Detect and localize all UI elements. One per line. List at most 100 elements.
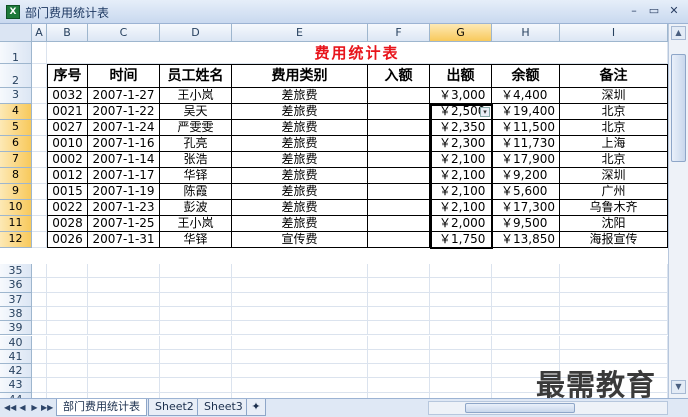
grid-cell[interactable] [430, 321, 492, 336]
grid-cell[interactable] [430, 364, 492, 379]
grid-cell[interactable] [32, 349, 47, 365]
last-sheet-icon[interactable]: ▶▶ [41, 402, 53, 414]
table-cell[interactable]: 广州 [560, 184, 668, 200]
first-sheet-icon[interactable]: ◀◀ [4, 402, 16, 414]
column-header-g[interactable]: G [430, 24, 492, 42]
grid-cell[interactable] [160, 264, 232, 279]
grid-cell[interactable] [88, 292, 160, 307]
grid-cell[interactable] [47, 349, 88, 365]
table-header-6[interactable]: 出额 [430, 64, 492, 88]
grid-cell[interactable] [32, 335, 47, 350]
grid-cell[interactable] [32, 364, 47, 379]
scroll-down-icon[interactable]: ▼ [671, 380, 686, 394]
table-cell[interactable] [368, 88, 430, 104]
grid-cell[interactable] [32, 64, 47, 88]
table-cell[interactable]: ￥17,300 [492, 200, 560, 216]
grid-cell[interactable] [160, 335, 232, 350]
horizontal-scrollbar[interactable] [428, 401, 668, 415]
grid-cell[interactable] [32, 264, 47, 279]
table-cell[interactable]: ￥3,000 [430, 88, 492, 104]
grid-cell[interactable] [47, 278, 88, 293]
table-cell[interactable]: 2007-1-27 [88, 88, 160, 104]
grid-cell[interactable] [32, 42, 47, 64]
table-cell[interactable]: 差旅费 [232, 104, 368, 120]
grid-cell[interactable] [88, 378, 160, 393]
table-cell[interactable]: 华铎 [160, 232, 232, 248]
row-header-2[interactable]: 2 [0, 64, 32, 88]
grid-cell[interactable] [47, 335, 88, 350]
table-cell[interactable]: 差旅费 [232, 88, 368, 104]
grid-cell[interactable] [32, 120, 47, 136]
grid-cell[interactable] [160, 349, 232, 365]
sheet-title[interactable]: 费用统计表 [47, 42, 668, 64]
grid-cell[interactable] [232, 321, 368, 336]
grid-cell[interactable] [88, 264, 160, 279]
table-cell[interactable]: ￥19,400 [492, 104, 560, 120]
grid-cell[interactable] [368, 292, 430, 307]
next-sheet-icon[interactable]: ▶ [29, 402, 40, 414]
grid-cell[interactable] [47, 264, 88, 279]
table-cell[interactable]: ￥13,850 [492, 232, 560, 248]
grid-cell[interactable] [32, 378, 47, 393]
table-header-5[interactable]: 入额 [368, 64, 430, 88]
table-cell[interactable]: 严雯雯 [160, 120, 232, 136]
column-header-i[interactable]: I [560, 24, 668, 42]
grid-cell[interactable] [430, 292, 492, 307]
restore-icon[interactable]: ▭ [646, 4, 662, 18]
row-header-5[interactable]: 5 [0, 120, 32, 136]
column-header-b[interactable]: B [47, 24, 88, 42]
grid-cell[interactable] [368, 335, 430, 350]
grid-cell[interactable] [160, 378, 232, 393]
column-header-d[interactable]: D [160, 24, 232, 42]
insert-sheet-icon[interactable]: ✦ [246, 399, 266, 416]
table-cell[interactable]: 差旅费 [232, 200, 368, 216]
column-header-a[interactable]: A [32, 24, 47, 42]
table-cell[interactable]: ￥2,100 [430, 184, 492, 200]
table-cell[interactable]: ￥5,600 [492, 184, 560, 200]
grid-cell[interactable] [88, 335, 160, 350]
table-header-7[interactable]: 余额 [492, 64, 560, 88]
table-cell[interactable]: ￥9,500 [492, 216, 560, 232]
grid-cell[interactable] [368, 364, 430, 379]
grid-cell[interactable] [32, 136, 47, 152]
paste-options-icon[interactable]: ▾ [480, 107, 490, 117]
grid-cell[interactable] [232, 278, 368, 293]
grid-cell[interactable] [47, 378, 88, 393]
table-cell[interactable]: 2007-1-14 [88, 152, 160, 168]
row-header-42[interactable]: 42 [0, 364, 32, 379]
table-cell[interactable] [368, 200, 430, 216]
grid-cell[interactable] [430, 278, 492, 293]
grid-cell[interactable] [32, 152, 47, 168]
grid-cell[interactable] [32, 88, 47, 104]
grid-cell[interactable] [32, 232, 47, 248]
table-cell[interactable]: 2007-1-19 [88, 184, 160, 200]
grid-cell[interactable] [32, 321, 47, 336]
grid-cell[interactable] [560, 335, 668, 350]
grid-cell[interactable] [47, 292, 88, 307]
table-cell[interactable]: 2007-1-16 [88, 136, 160, 152]
table-cell[interactable]: 2007-1-22 [88, 104, 160, 120]
row-header-39[interactable]: 39 [0, 321, 32, 336]
column-header-f[interactable]: F [368, 24, 430, 42]
table-cell[interactable]: ￥2,000 [430, 216, 492, 232]
table-cell[interactable] [368, 184, 430, 200]
grid-cell[interactable] [32, 104, 47, 120]
scroll-up-icon[interactable]: ▲ [671, 26, 686, 40]
grid-cell[interactable] [160, 321, 232, 336]
grid-cell[interactable] [492, 292, 560, 307]
table-cell[interactable]: 0010 [47, 136, 88, 152]
grid-cell[interactable] [88, 321, 160, 336]
grid-cell[interactable] [232, 335, 368, 350]
table-cell[interactable]: 0027 [47, 120, 88, 136]
table-cell[interactable]: ￥11,730 [492, 136, 560, 152]
grid-cell[interactable] [160, 306, 232, 322]
row-header-12[interactable]: 12 [0, 232, 32, 248]
table-cell[interactable]: ￥4,400 [492, 88, 560, 104]
column-header-e[interactable]: E [232, 24, 368, 42]
grid-cell[interactable] [160, 292, 232, 307]
table-cell[interactable]: 差旅费 [232, 136, 368, 152]
table-cell[interactable]: 0022 [47, 200, 88, 216]
row-header-3[interactable]: 3 [0, 88, 32, 104]
grid-cell[interactable] [232, 292, 368, 307]
grid-cell[interactable] [32, 306, 47, 322]
